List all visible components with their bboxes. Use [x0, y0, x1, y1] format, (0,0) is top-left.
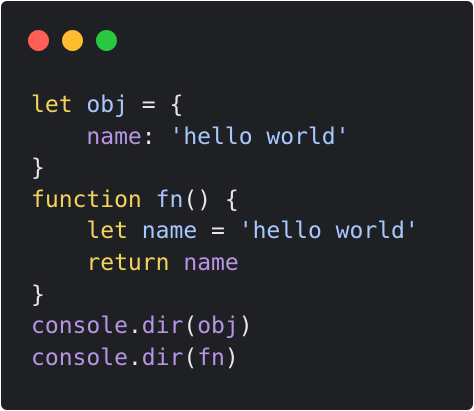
code-token: : [141, 123, 170, 150]
code-token: 'hello world' [238, 218, 419, 245]
code-token: return [86, 249, 170, 276]
code-token: function [31, 186, 142, 213]
code-block: let obj = { name: 'hello world'} function… [31, 90, 419, 374]
code-token: 'hello world' [169, 123, 350, 150]
code-token: ( [183, 344, 198, 371]
code-line: } [31, 280, 419, 312]
code-token: obj [197, 313, 239, 340]
code-line: let name = 'hello world' [31, 216, 419, 248]
code-token: fn [155, 186, 184, 213]
code-token: } [31, 155, 45, 182]
code-token: obj [86, 92, 128, 118]
code-token: ) [238, 313, 253, 340]
code-token: console [31, 344, 128, 371]
code-token: } [31, 281, 45, 308]
code-token: = [197, 218, 239, 245]
maximize-window-button[interactable] [96, 30, 117, 51]
code-line: console.dir(fn) [31, 343, 419, 375]
code-token: name [86, 123, 142, 150]
code-token: fn [197, 344, 225, 371]
code-token: dir [141, 344, 184, 371]
code-line: console.dir(obj) [31, 311, 419, 343]
close-window-button[interactable] [28, 30, 49, 51]
code-token: ( [183, 313, 198, 340]
code-token: name [141, 218, 198, 245]
code-token: = { [127, 92, 184, 118]
code-line: return name [31, 248, 419, 280]
window-titlebar [1, 1, 473, 81]
code-token: . [127, 313, 142, 340]
code-token: . [127, 344, 142, 371]
code-token: () { [183, 186, 239, 213]
code-token: let [31, 92, 73, 118]
code-token: console [31, 313, 128, 340]
code-token: dir [141, 313, 184, 340]
code-token: ) [224, 344, 239, 371]
code-line: function fn() { [31, 185, 419, 217]
code-window: let obj = { name: 'hello world'} function… [1, 1, 473, 410]
code-line: } [31, 153, 419, 185]
code-token: let [86, 218, 128, 245]
code-token: name [183, 249, 239, 276]
code-line: name: 'hello world' [31, 122, 419, 154]
minimize-window-button[interactable] [62, 30, 83, 51]
code-line: let obj = { [31, 90, 419, 122]
